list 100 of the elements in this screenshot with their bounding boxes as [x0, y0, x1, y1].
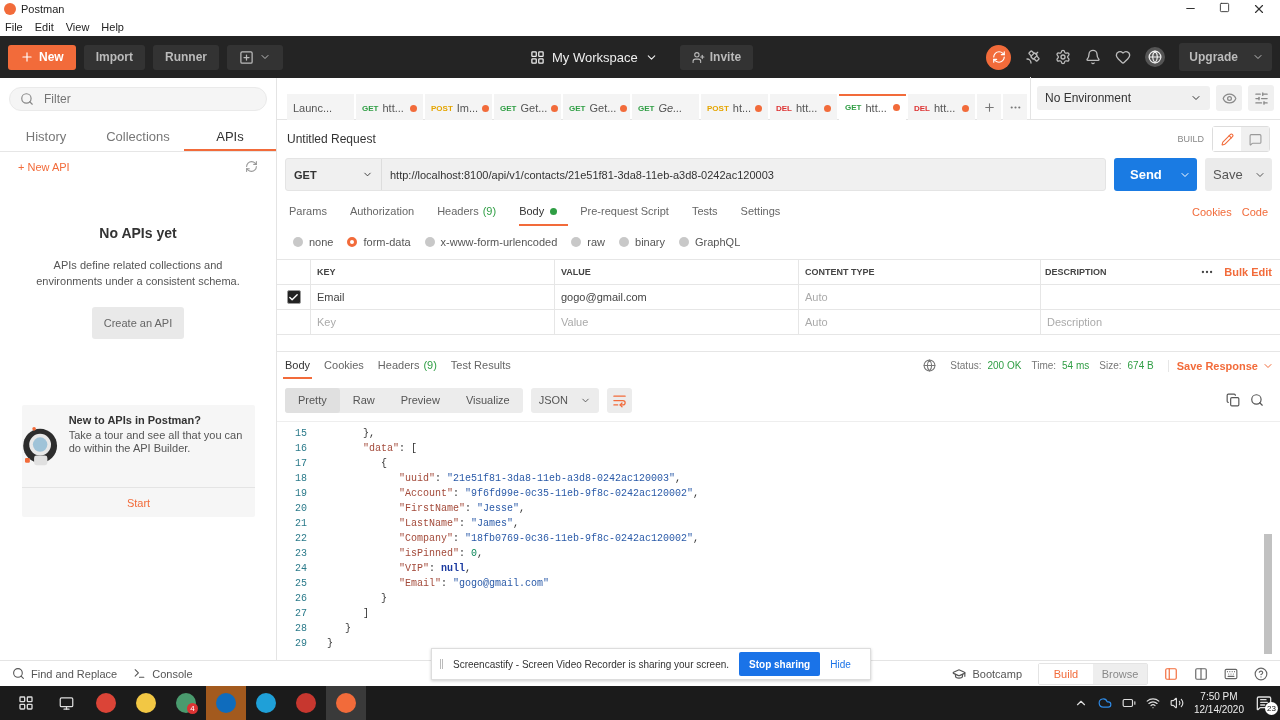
panel-icon[interactable]: [1164, 666, 1178, 681]
sliders-button[interactable]: [1248, 85, 1274, 111]
request-tab[interactable]: GET Ge...: [632, 94, 699, 120]
response-tab[interactable]: Cookies: [322, 352, 366, 379]
create-api-button[interactable]: Create an API: [91, 307, 185, 339]
request-section-tab[interactable]: Pre-request Script: [580, 198, 680, 226]
columns-icon[interactable]: [1194, 666, 1208, 681]
volume-icon[interactable]: [1169, 696, 1184, 710]
code-line: ]: [362, 608, 369, 619]
import-button[interactable]: Import: [83, 44, 146, 70]
code-line: "VIP": null,: [398, 563, 472, 574]
filter-box[interactable]: Filter: [9, 87, 267, 111]
keyboard-icon[interactable]: [1224, 666, 1238, 681]
upgrade-button[interactable]: Upgrade: [1179, 43, 1272, 71]
format-select[interactable]: JSON: [530, 387, 600, 413]
view-button[interactable]: Preview: [387, 387, 453, 413]
request-section-tab[interactable]: Params: [289, 198, 338, 226]
body-type-option[interactable]: GraphQL: [679, 236, 741, 248]
request-section-tab[interactable]: Tests: [691, 198, 729, 226]
sidebar-tab[interactable]: History: [0, 123, 92, 151]
bootcamp-button[interactable]: Bootcamp: [952, 666, 1022, 681]
request-section-tab[interactable]: Settings: [740, 198, 792, 226]
save-button[interactable]: Save: [1205, 158, 1272, 191]
method-select[interactable]: GET: [286, 159, 382, 190]
maximize-icon[interactable]: [1219, 2, 1230, 13]
request-section-tab[interactable]: Authorization: [349, 198, 426, 226]
wrap-button[interactable]: [607, 387, 633, 413]
request-tab[interactable]: POST ht...: [701, 94, 768, 120]
line-number: 18: [294, 473, 308, 484]
invite-button[interactable]: Invite: [679, 44, 754, 70]
radio-button[interactable]: [347, 237, 358, 247]
menu-item[interactable]: View: [65, 21, 90, 33]
hide-link[interactable]: Hide: [830, 658, 851, 670]
clock[interactable]: 7:50 PM 12/14/2020: [1193, 690, 1244, 716]
body-type-option[interactable]: raw: [571, 236, 606, 248]
request-tab[interactable]: GET Get...: [563, 94, 630, 120]
search-icon[interactable]: [1250, 393, 1264, 407]
table-cell[interactable]: gogo@gmail.com: [554, 285, 798, 309]
radio-button[interactable]: [619, 237, 630, 247]
radio-button[interactable]: [679, 237, 690, 247]
satellite-icon[interactable]: [1025, 49, 1042, 65]
table-cell[interactable]: Email: [310, 285, 554, 309]
console-button[interactable]: Console: [133, 667, 193, 680]
heart-icon[interactable]: [1115, 49, 1132, 65]
url-field[interactable]: http://localhost:8100/api/v1/contacts/21e51f81-3da8-11eb-a3d8-0242ac120003: [382, 159, 774, 190]
request-section-tab[interactable]: Body: [519, 198, 569, 226]
view-button[interactable]: Visualize: [452, 387, 523, 413]
body-type-option[interactable]: x-www-form-urlencoded: [424, 236, 558, 248]
body-type-option[interactable]: none: [293, 236, 334, 248]
slack-icon[interactable]: 4: [166, 686, 206, 720]
radio-button[interactable]: [424, 237, 435, 247]
add-tab-button[interactable]: [977, 94, 1001, 120]
sidebar-tab[interactable]: Collections: [92, 123, 184, 151]
radio-button[interactable]: [293, 237, 303, 247]
find-replace-button[interactable]: Find and Replace: [12, 667, 118, 680]
body-type-option[interactable]: form-data: [347, 236, 411, 248]
close-icon[interactable]: [1252, 2, 1266, 16]
settings-icon[interactable]: [1055, 49, 1072, 65]
request-tab[interactable]: POST Im...: [425, 94, 492, 120]
grip-icon: [440, 659, 443, 669]
workspace-selector[interactable]: My Workspace: [524, 48, 664, 66]
sidebar-tab[interactable]: APIs: [184, 123, 276, 151]
send-button[interactable]: Send: [1114, 158, 1197, 191]
body-type-option[interactable]: binary: [619, 236, 666, 248]
menu-item[interactable]: File: [5, 21, 23, 33]
response-tab[interactable]: Headers (9): [375, 352, 439, 379]
menu-item[interactable]: Edit: [34, 21, 54, 33]
scrollbar-thumb[interactable]: [1264, 534, 1272, 654]
battery-icon[interactable]: [1121, 696, 1136, 710]
runner-button[interactable]: Runner: [153, 44, 220, 70]
response-tab[interactable]: Test Results: [448, 352, 513, 379]
wifi-icon[interactable]: [1145, 696, 1160, 710]
eye-button[interactable]: [1216, 85, 1242, 111]
environment-select[interactable]: No Environment: [1037, 86, 1210, 110]
view-button[interactable]: Raw: [339, 387, 388, 413]
request-tab[interactable]: Launc...: [287, 94, 354, 120]
new-window-button[interactable]: [227, 44, 284, 70]
build-label: BUILD: [1177, 134, 1204, 144]
stop-sharing-button[interactable]: Stop sharing: [739, 652, 821, 676]
cloud-icon[interactable]: [1097, 696, 1112, 710]
request-tab[interactable]: DEL htt...: [770, 94, 837, 120]
response-tab[interactable]: Body: [283, 352, 313, 379]
sync-button[interactable]: [986, 44, 1012, 70]
refresh-icon[interactable]: [245, 160, 258, 173]
help-icon[interactable]: [1254, 666, 1268, 681]
request-section-tab[interactable]: Headers (9): [437, 198, 508, 226]
filter-field[interactable]: Filter: [42, 91, 256, 107]
request-tab[interactable]: GET htt...: [356, 94, 423, 120]
avatar[interactable]: [1145, 47, 1166, 67]
copy-icon[interactable]: [1226, 393, 1240, 407]
code-line: "Email": "gogo@gmail.com": [398, 578, 550, 589]
request-tab[interactable]: DEL htt...: [908, 94, 975, 120]
request-tab[interactable]: GET Get...: [494, 94, 561, 120]
view-button[interactable]: Pretty: [285, 387, 340, 413]
bell-icon[interactable]: [1085, 49, 1102, 65]
menu-item[interactable]: Help: [101, 21, 124, 33]
tab-label: htt...: [934, 102, 956, 114]
radio-button[interactable]: [571, 237, 582, 247]
request-tab[interactable]: GET htt...: [839, 94, 906, 120]
checkbox[interactable]: [286, 290, 301, 304]
